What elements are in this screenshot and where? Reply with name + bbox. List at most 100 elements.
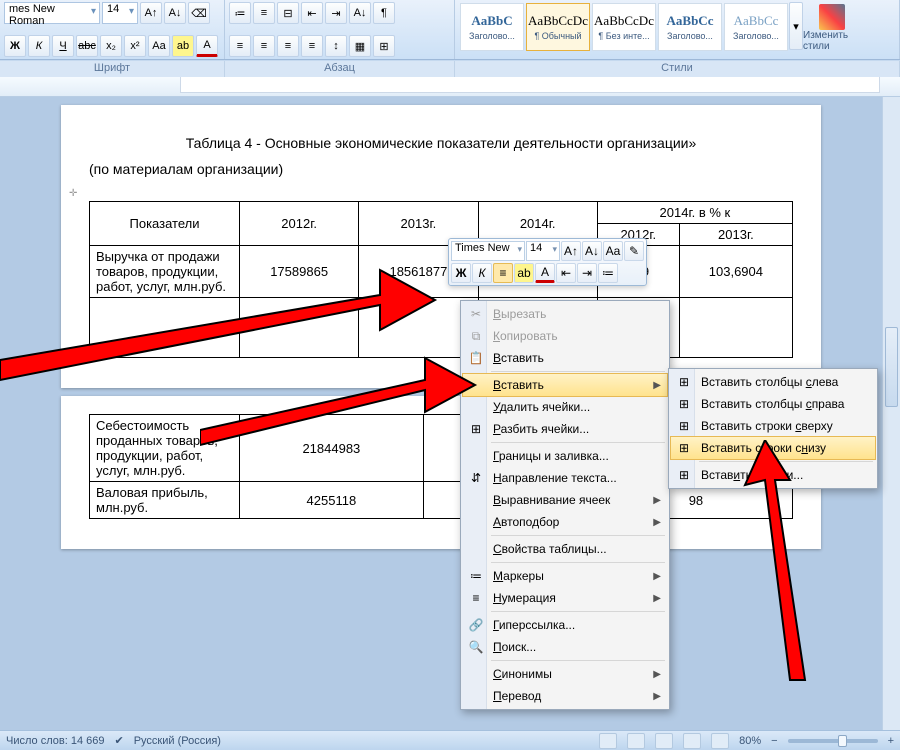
context-submenu-insert[interactable]: ⊞Вставить столбцы слева⊞Вставить столбцы… [668,368,878,489]
align-center-button[interactable]: ≡ [253,35,275,57]
ruler[interactable] [0,77,900,97]
mini-italic[interactable]: К [472,263,492,283]
table-row[interactable]: Выручка от продажи товаров, продукции, р… [90,246,793,298]
show-marks-button[interactable]: ¶ [373,2,395,24]
context-menu-item-16[interactable]: ≡Нумерация▶ [463,587,667,609]
grow-font-button[interactable]: A↑ [140,2,162,24]
view-web[interactable] [655,733,673,749]
menu-item-icon [468,514,484,530]
style-heading3[interactable]: AaBbCcЗаголово... [724,3,788,51]
submenu-item-5[interactable]: ⊞Вставить ячейки... [671,464,875,486]
table-1[interactable]: Показатели 2012г. 2013г. 2014г. 2014г. в… [89,201,793,358]
font-family-select[interactable]: mes New Roman [4,2,100,24]
highlight-button[interactable]: ab [172,35,194,57]
subscript-button[interactable]: x₂ [100,35,122,57]
context-menu-item-11[interactable]: Автоподбор▶ [463,511,667,533]
table-row[interactable] [90,298,793,358]
superscript-button[interactable]: x² [124,35,146,57]
view-outline[interactable] [683,733,701,749]
zoom-in-button[interactable]: + [888,735,894,747]
shading-button[interactable]: ▦ [349,35,371,57]
submenu-item-1[interactable]: ⊞Вставить столбцы справа [671,393,875,415]
menu-item-icon: ⇵ [468,470,484,486]
language-indicator[interactable]: Русский (Россия) [134,735,221,747]
line-spacing-button[interactable]: ↕ [325,35,347,57]
mini-bullets[interactable]: ≔ [598,263,618,283]
context-menu-item-9[interactable]: ⇵ Направление текста... [463,467,667,489]
zoom-slider[interactable] [788,739,878,743]
align-left-button[interactable]: ≡ [229,35,251,57]
shrink-font-button[interactable]: A↓ [164,2,186,24]
context-menu-item-19[interactable]: 🔍Поиск... [463,636,667,658]
mini-font-color[interactable]: A [535,263,555,283]
mini-grow-font[interactable]: A↑ [561,241,581,261]
mini-toolbar[interactable]: Times New 14 A↑ A↓ Aa ✎ Ж К ≡ ab A ⇤ ⇥ ≔ [448,238,647,286]
font-color-button[interactable]: A [196,35,218,57]
zoom-out-button[interactable]: − [771,735,777,747]
menu-item-label: Направление текста... [493,471,617,485]
context-menu-item-22[interactable]: Перевод▶ [463,685,667,707]
submenu-item-2[interactable]: ⊞ Вставить строки сверху [671,415,875,437]
context-menu-item-18[interactable]: 🔗Гиперссылка... [463,614,667,636]
context-menu-item-6[interactable]: ⊞Разбить ячейки... [463,418,667,440]
style-gallery-more[interactable]: ▾ [789,2,803,50]
context-menu-item-13[interactable]: Свойства таблицы... [463,538,667,560]
context-menu[interactable]: ✂Вырезать⧉Копировать📋ВставитьВставить▶Уд… [460,300,670,710]
mini-outdent[interactable]: ⇤ [556,263,576,283]
context-menu-item-15[interactable]: ≔Маркеры▶ [463,565,667,587]
context-menu-item-21[interactable]: Синонимы▶ [463,663,667,685]
view-print-layout[interactable] [599,733,617,749]
mini-format-painter[interactable]: ✎ [624,241,644,261]
menu-item-icon: ⊞ [676,418,692,434]
font-size-select[interactable]: 14 [102,2,138,24]
clear-format-button[interactable]: ⌫ [188,2,210,24]
multilevel-button[interactable]: ⊟ [277,2,299,24]
style-nospacing[interactable]: AaBbCcDc¶ Без инте... [592,3,656,51]
style-heading2[interactable]: AaBbCcЗаголово... [658,3,722,51]
bullets-button[interactable]: ≔ [229,2,251,24]
menu-item-label: Вставить строки сверху [701,419,833,433]
context-menu-item-4[interactable]: Вставить▶ [463,374,667,396]
mini-shrink-font[interactable]: A↓ [582,241,602,261]
word-count[interactable]: Число слов: 14 669 [6,735,104,747]
numbering-button[interactable]: ≡ [253,2,275,24]
scrollbar-thumb[interactable] [885,327,898,407]
change-styles-button[interactable]: Изменить стили [803,2,861,54]
italic-button[interactable]: К [28,35,50,57]
align-right-button[interactable]: ≡ [277,35,299,57]
submenu-item-3[interactable]: ⊞Вставить строки снизу [671,437,875,459]
bold-button[interactable]: Ж [4,35,26,57]
mini-align-center[interactable]: ≡ [493,263,513,283]
style-gallery[interactable]: AaBbCЗаголово... AaBbCcDc¶ Обычный AaBbC… [459,2,895,54]
spellcheck-icon[interactable]: ✔ [114,734,123,747]
zoom-level[interactable]: 80% [739,735,761,747]
submenu-item-0[interactable]: ⊞Вставить столбцы слева [671,371,875,393]
style-heading1[interactable]: AaBbCЗаголово... [460,3,524,51]
underline-button[interactable]: Ч [52,35,74,57]
menu-item-icon: ⊞ [676,396,692,412]
mini-indent[interactable]: ⇥ [577,263,597,283]
borders-button[interactable]: ⊞ [373,35,395,57]
sort-button[interactable]: A↓ [349,2,371,24]
indent-button[interactable]: ⇥ [325,2,347,24]
mini-size-select[interactable]: 14 [526,241,560,261]
view-fullscreen[interactable] [627,733,645,749]
context-menu-item-10[interactable]: Выравнивание ячеек▶ [463,489,667,511]
mini-font-select[interactable]: Times New [451,241,525,261]
style-normal[interactable]: AaBbCcDc¶ Обычный [526,3,590,51]
mini-highlight[interactable]: ab [514,263,534,283]
view-draft[interactable] [711,733,729,749]
vertical-scrollbar[interactable] [882,97,900,730]
outdent-button[interactable]: ⇤ [301,2,323,24]
context-menu-item-2[interactable]: 📋Вставить [463,347,667,369]
strike-button[interactable]: abc [76,35,98,57]
mini-bold[interactable]: Ж [451,263,471,283]
context-menu-item-8[interactable]: Границы и заливка... [463,445,667,467]
justify-button[interactable]: ≡ [301,35,323,57]
menu-item-icon [468,492,484,508]
change-case-button[interactable]: Aa [148,35,170,57]
menu-item-icon: ⧉ [468,328,484,344]
table-row[interactable]: Показатели 2012г. 2013г. 2014г. 2014г. в… [90,202,793,224]
context-menu-item-5[interactable]: Удалить ячейки... [463,396,667,418]
mini-change-case[interactable]: Aa [603,241,623,261]
